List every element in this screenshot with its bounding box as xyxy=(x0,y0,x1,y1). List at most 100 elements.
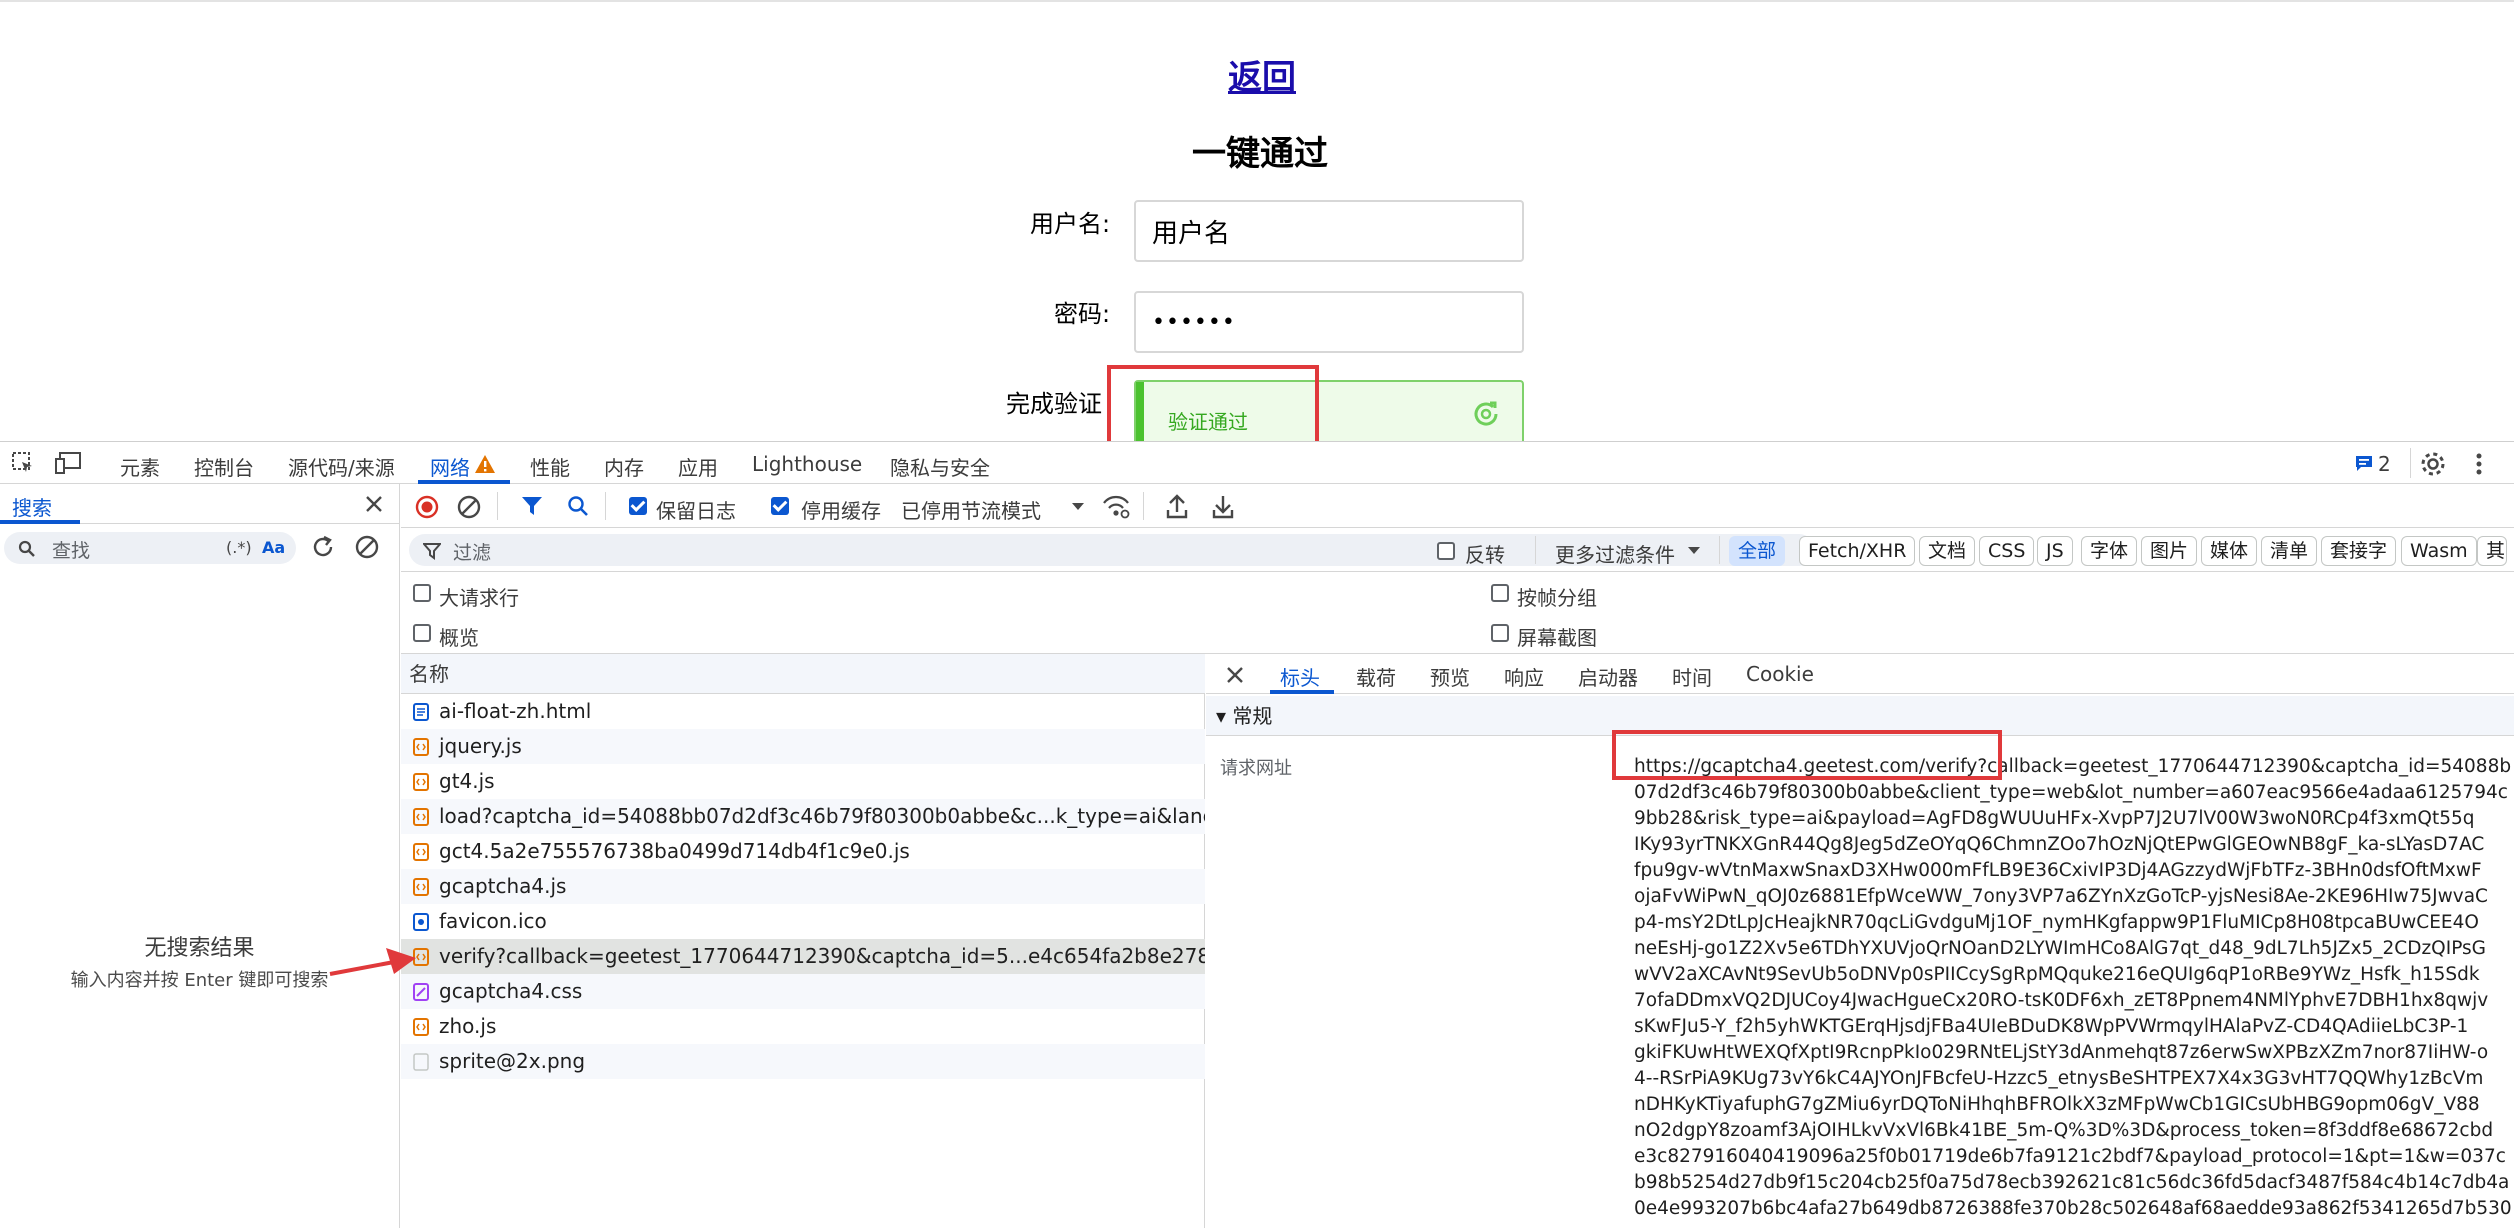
list-item[interactable]: sprite@2x.png xyxy=(401,1044,1205,1079)
close-icon[interactable] xyxy=(1226,666,1244,684)
match-case-toggle[interactable]: Aa xyxy=(262,538,285,557)
column-header-name[interactable]: 名称 xyxy=(401,654,1205,694)
filter-icon xyxy=(423,543,441,560)
chip-font[interactable]: 字体 xyxy=(2081,536,2138,566)
tab-initiator[interactable]: 启动器 xyxy=(1578,662,1638,691)
toolbar-divider xyxy=(2410,448,2411,478)
toolbar-divider xyxy=(1719,536,1720,564)
search-tab-indicator xyxy=(0,520,80,524)
chip-doc[interactable]: 文档 xyxy=(1919,536,1976,566)
device-toolbar-icon[interactable] xyxy=(54,450,82,476)
settings-gear-icon[interactable] xyxy=(2420,451,2446,477)
request-name: favicon.ico xyxy=(439,909,547,933)
list-item[interactable]: load?captcha_id=54088bb07d2df3c46b79f803… xyxy=(401,799,1205,834)
warning-icon xyxy=(475,455,495,473)
group-by-frame-checkbox[interactable] xyxy=(1491,584,1509,602)
list-item[interactable]: favicon.ico xyxy=(401,904,1205,939)
record-stop-icon[interactable] xyxy=(415,495,439,519)
big-request-rows-checkbox[interactable] xyxy=(413,584,431,602)
chip-socket[interactable]: 套接字 xyxy=(2321,536,2397,566)
list-item[interactable]: gct4.5a2e755576738ba0499d714db4f1c9e0.js xyxy=(401,834,1205,869)
group-by-frame-label: 按帧分组 xyxy=(1517,586,1597,610)
back-link[interactable]: 返回 xyxy=(1228,50,1296,99)
tab-payload[interactable]: 载荷 xyxy=(1356,662,1396,691)
invert-checkbox[interactable] xyxy=(1437,542,1455,560)
chip-img[interactable]: 图片 xyxy=(2141,536,2198,566)
network-conditions-icon[interactable] xyxy=(1101,494,1131,520)
chip-all[interactable]: 全部 xyxy=(1729,536,1786,566)
clear-log-icon[interactable] xyxy=(457,495,481,519)
more-options-icon[interactable] xyxy=(2474,451,2484,477)
search-icon xyxy=(18,540,35,557)
tab-privacy-security[interactable]: 隐私与安全 xyxy=(890,452,990,481)
search-drawer-title[interactable]: 搜索 xyxy=(12,492,52,521)
request-url-value: https://gcaptcha4.geetest.com/verify?cal… xyxy=(1634,754,2514,1222)
throttling-select[interactable]: 已停用节流模式 xyxy=(901,495,1041,524)
tab-response[interactable]: 响应 xyxy=(1504,662,1544,691)
inspect-element-icon[interactable] xyxy=(10,450,36,476)
refresh-icon[interactable] xyxy=(1470,398,1502,430)
tab-timing[interactable]: 时间 xyxy=(1672,662,1712,691)
overview-checkbox[interactable] xyxy=(413,624,431,642)
highlight-captcha-box xyxy=(1107,365,1319,443)
disable-cache-label: 停用缓存 xyxy=(801,499,881,523)
clear-icon[interactable] xyxy=(354,534,380,560)
chip-fetch-xhr[interactable]: Fetch/XHR xyxy=(1799,536,1916,566)
preserve-log-checkbox[interactable] xyxy=(629,497,647,515)
url-line: 07d2df3c46b79f80300b0abbe&client_type=we… xyxy=(1634,782,2508,803)
tab-performance[interactable]: 性能 xyxy=(530,452,570,481)
url-line: wVV2aXCAvNt9SevUb5oDNVp0sPIICcySgRpMQquk… xyxy=(1634,964,2480,985)
refresh-icon[interactable] xyxy=(310,534,336,560)
list-item[interactable]: gt4.js xyxy=(401,764,1205,799)
import-har-icon[interactable] xyxy=(1165,494,1189,520)
tab-elements[interactable]: 元素 xyxy=(120,452,160,481)
invert-label: 反转 xyxy=(1465,543,1505,567)
url-line: 4--RSrPiA9KUg73vY6kC4AJYOnJFBcfeU-Hzzc5_… xyxy=(1634,1068,2484,1089)
tab-memory[interactable]: 内存 xyxy=(604,452,644,481)
filter-icon[interactable] xyxy=(521,495,543,517)
tab-lighthouse[interactable]: Lighthouse xyxy=(752,452,862,476)
username-input[interactable]: 用户名 xyxy=(1134,200,1524,262)
list-item[interactable]: gcaptcha4.css xyxy=(401,974,1205,1009)
chip-css[interactable]: CSS xyxy=(1979,536,2035,566)
search-input[interactable]: 查找 (.*) Aa xyxy=(4,532,296,564)
password-input[interactable]: •••••• xyxy=(1134,291,1524,353)
script-icon xyxy=(413,878,429,896)
tab-network[interactable]: 网络 xyxy=(430,452,470,481)
tab-preview[interactable]: 预览 xyxy=(1430,662,1470,691)
url-line: fpu9gv-wVtnMaxwSnaxD3XHw000mFfLB9E36Cxiv… xyxy=(1634,860,2482,881)
tab-console[interactable]: 控制台 xyxy=(194,452,254,481)
export-har-icon[interactable] xyxy=(1211,494,1235,520)
chip-media[interactable]: 媒体 xyxy=(2201,536,2258,566)
script-icon xyxy=(413,738,429,756)
disable-cache-checkbox[interactable] xyxy=(771,497,789,515)
document-icon xyxy=(413,703,429,721)
chip-manifest[interactable]: 清单 xyxy=(2261,536,2318,566)
chip-other[interactable]: 其 xyxy=(2477,536,2507,566)
tab-cookies[interactable]: Cookie xyxy=(1746,662,1814,686)
issues-icon[interactable] xyxy=(2354,454,2374,472)
search-icon[interactable] xyxy=(567,495,589,517)
more-filters-dropdown[interactable]: 更多过滤条件 xyxy=(1555,539,1675,568)
list-item[interactable]: jquery.js xyxy=(401,729,1205,764)
url-line: p4-msY2DtLpJcHeajkNR70qcLiGvdguMj1OF_nym… xyxy=(1634,912,2479,933)
tab-sources[interactable]: 源代码/来源 xyxy=(288,452,395,481)
tab-application[interactable]: 应用 xyxy=(678,452,718,481)
issues-count[interactable]: 2 xyxy=(2378,452,2391,476)
chevron-down-icon[interactable] xyxy=(1071,502,1085,512)
url-line: 9bb28&risk_type=ai&payload=AgFD8gWUUuHFx… xyxy=(1634,808,2475,829)
request-name: zho.js xyxy=(439,1014,497,1038)
list-item[interactable]: gcaptcha4.js xyxy=(401,869,1205,904)
screenshots-checkbox[interactable] xyxy=(1491,624,1509,642)
tab-headers[interactable]: 标头 xyxy=(1280,662,1320,691)
toolbar-divider xyxy=(605,492,606,520)
toolbar-divider xyxy=(497,492,498,520)
chip-js[interactable]: JS xyxy=(2037,536,2073,566)
list-item-selected[interactable]: verify?callback=geetest_1770644712390&ca… xyxy=(401,939,1205,974)
chevron-down-icon[interactable] xyxy=(1687,546,1701,556)
close-icon[interactable] xyxy=(364,494,384,514)
chip-wasm[interactable]: Wasm xyxy=(2401,536,2477,566)
list-item[interactable]: zho.js xyxy=(401,1009,1205,1044)
list-item[interactable]: ai-float-zh.html xyxy=(401,694,1205,729)
regex-toggle[interactable]: (.*) xyxy=(226,538,252,557)
